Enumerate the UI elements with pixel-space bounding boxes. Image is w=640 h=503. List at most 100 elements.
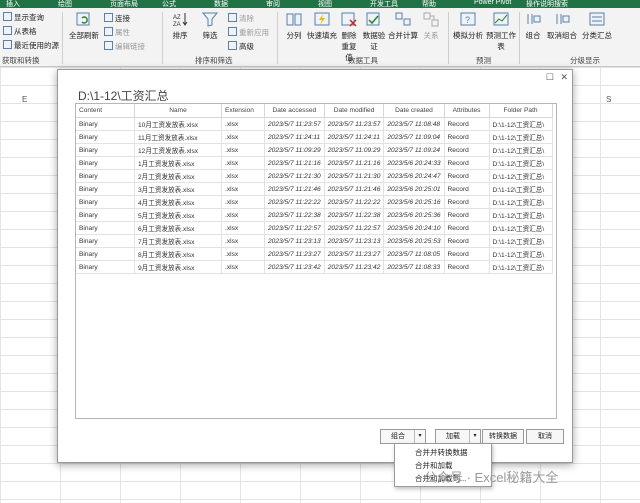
refresh-all-button[interactable]: 全部刷新 — [66, 12, 102, 41]
table-row[interactable]: Binary 4月工资发放表.xlsx .xlsx 2023/5/7 11:22:22… — [76, 195, 553, 209]
table-cell[interactable]: 2023/5/7 11:23:57 — [324, 117, 385, 131]
table-cell[interactable]: 7月工资发放表.xlsx — [134, 234, 222, 248]
table-cell[interactable]: Binary — [76, 260, 135, 274]
subtotal-button[interactable]: 分类汇总 — [580, 12, 614, 41]
table-cell[interactable]: .xlsx — [221, 247, 265, 261]
table-row[interactable]: Binary 7月工资发放表.xlsx .xlsx 2023/5/7 11:23:13… — [76, 234, 553, 248]
filter-button[interactable]: 筛选 — [198, 12, 222, 41]
table-cell[interactable]: 2023/5/7 11:22:22 — [264, 195, 325, 209]
table-cell[interactable]: 2023/5/7 11:08:05 — [383, 247, 445, 261]
table-cell[interactable]: 2023/5/6 20:25:16 — [383, 195, 445, 209]
table-cell[interactable]: 2023/5/7 11:09:24 — [383, 143, 445, 157]
table-cell[interactable]: 2023/5/6 20:24:47 — [383, 169, 445, 183]
from-table-button[interactable]: 从表格 — [3, 26, 37, 37]
table-cell[interactable]: Binary — [76, 234, 135, 248]
table-row[interactable]: Binary 10月工资发放表.xlsx .xlsx 2023/5/7 11:23:5… — [76, 117, 553, 131]
table-cell[interactable]: 5月工资发放表.xlsx — [134, 208, 222, 222]
table-row[interactable]: Binary 1月工资发放表.xlsx .xlsx 2023/5/7 11:21:16… — [76, 156, 553, 170]
table-cell[interactable]: Binary — [76, 156, 135, 170]
table-cell[interactable]: 2023/5/7 11:09:29 — [324, 143, 385, 157]
ribbon-tab[interactable]: Power Pivot — [474, 0, 511, 6]
table-cell[interactable]: .xlsx — [221, 234, 265, 248]
table-cell[interactable]: 4月工资发放表.xlsx — [134, 195, 222, 209]
load-button[interactable]: 加载 ▾ — [435, 429, 481, 444]
table-cell[interactable]: Record — [444, 130, 490, 144]
table-row[interactable]: Binary 6月工资发放表.xlsx .xlsx 2023/5/7 11:22:57… — [76, 221, 553, 235]
table-row[interactable]: Binary 5月工资发放表.xlsx .xlsx 2023/5/7 11:22:38… — [76, 208, 553, 222]
table-cell[interactable]: 2023/5/7 11:08:33 — [383, 260, 445, 274]
table-cell[interactable]: Record — [444, 169, 490, 183]
table-cell[interactable]: 2023/5/6 20:25:36 — [383, 208, 445, 222]
table-cell[interactable]: D:\1-12\工资汇总\ — [489, 130, 553, 144]
table-cell[interactable]: 1月工资发放表.xlsx — [134, 156, 222, 170]
forecast-sheet-button[interactable]: 预测工作表 — [486, 12, 516, 52]
chevron-down-icon[interactable]: ▾ — [469, 430, 480, 443]
table-cell[interactable]: 2023/5/7 11:22:57 — [264, 221, 325, 235]
menu-item-combine-transform[interactable]: 合并并转换数据 — [415, 447, 468, 458]
table-cell[interactable]: D:\1-12\工资汇总\ — [489, 169, 553, 183]
table-cell[interactable]: .xlsx — [221, 221, 265, 235]
table-row[interactable]: Binary 3月工资发放表.xlsx .xlsx 2023/5/7 11:21:46… — [76, 182, 553, 196]
table-cell[interactable]: 12月工资发放表.xlsx — [134, 143, 222, 157]
combine-button[interactable]: 组合 ▾ — [380, 429, 426, 444]
table-cell[interactable]: 2023/5/7 11:23:27 — [264, 247, 325, 261]
ungroup-button[interactable]: 取消组合 — [545, 12, 579, 41]
text-to-columns-button[interactable]: 分列 — [283, 12, 305, 41]
table-cell[interactable]: 2023/5/7 11:21:16 — [264, 156, 325, 170]
table-cell[interactable]: 2023/5/7 11:24:11 — [264, 130, 325, 144]
table-cell[interactable]: 3月工资发放表.xlsx — [134, 182, 222, 196]
table-cell[interactable]: .xlsx — [221, 260, 265, 274]
connections-button[interactable]: 连接 — [104, 13, 130, 24]
table-cell[interactable]: Record — [444, 182, 490, 196]
relationships-button[interactable]: 关系 — [420, 12, 442, 41]
sort-button[interactable]: AZ ZA 排序 — [168, 12, 192, 41]
table-cell[interactable]: Record — [444, 143, 490, 157]
table-row[interactable]: Binary 9月工资发放表.xlsx .xlsx 2023/5/7 11:23:42… — [76, 260, 553, 274]
table-cell[interactable]: .xlsx — [221, 117, 265, 131]
properties-button[interactable]: 属性 — [104, 27, 130, 38]
table-cell[interactable]: Record — [444, 208, 490, 222]
table-cell[interactable]: D:\1-12\工资汇总\ — [489, 195, 553, 209]
table-cell[interactable]: 2023/5/7 11:21:46 — [324, 182, 385, 196]
cancel-button[interactable]: 取消 — [526, 429, 564, 444]
table-cell[interactable]: 2023/5/7 11:08:48 — [383, 117, 445, 131]
show-queries-button[interactable]: 显示查询 — [3, 12, 44, 23]
table-cell[interactable]: 8月工资发放表.xlsx — [134, 247, 222, 261]
table-cell[interactable]: 2023/5/7 11:22:22 — [324, 195, 385, 209]
table-cell[interactable]: 2023/5/7 11:23:57 — [264, 117, 325, 131]
table-cell[interactable]: Record — [444, 247, 490, 261]
column-header-e[interactable]: E — [22, 95, 27, 104]
table-cell[interactable]: 2023/5/7 11:23:42 — [264, 260, 325, 274]
table-cell[interactable]: Record — [444, 260, 490, 274]
table-cell[interactable]: 2023/5/7 11:23:13 — [324, 234, 385, 248]
table-cell[interactable]: Record — [444, 195, 490, 209]
table-cell[interactable]: .xlsx — [221, 169, 265, 183]
table-cell[interactable]: .xlsx — [221, 195, 265, 209]
table-cell[interactable]: D:\1-12\工资汇总\ — [489, 156, 553, 170]
table-cell[interactable]: 2023/5/7 11:21:16 — [324, 156, 385, 170]
table-cell[interactable]: 11月工资发放表.xlsx — [134, 130, 222, 144]
chevron-down-icon[interactable]: ▾ — [414, 430, 425, 443]
table-cell[interactable]: 2023/5/7 11:09:29 — [264, 143, 325, 157]
table-cell[interactable]: Binary — [76, 143, 135, 157]
table-cell[interactable]: 2023/5/7 11:21:30 — [264, 169, 325, 183]
table-cell[interactable]: D:\1-12\工资汇总\ — [489, 143, 553, 157]
table-cell[interactable]: D:\1-12\工资汇总\ — [489, 182, 553, 196]
recent-sources-button[interactable]: 最近使用的源 — [3, 40, 59, 51]
table-cell[interactable]: 2023/5/6 20:25:01 — [383, 182, 445, 196]
table-cell[interactable]: D:\1-12\工资汇总\ — [489, 234, 553, 248]
table-cell[interactable]: .xlsx — [221, 156, 265, 170]
data-validation-button[interactable]: 数据验证 — [362, 12, 386, 52]
table-row[interactable]: Binary 12月工资发放表.xlsx .xlsx 2023/5/7 11:09:2… — [76, 143, 553, 157]
maximize-icon[interactable]: ☐ — [546, 72, 554, 83]
table-cell[interactable]: Binary — [76, 117, 135, 131]
table-cell[interactable]: Record — [444, 221, 490, 235]
table-cell[interactable]: 2023/5/7 11:24:11 — [324, 130, 385, 144]
table-cell[interactable]: D:\1-12\工资汇总\ — [489, 247, 553, 261]
flash-fill-button[interactable]: 快速填充 — [307, 12, 337, 41]
advanced-filter-button[interactable]: 高级 — [228, 41, 254, 52]
table-cell[interactable]: Binary — [76, 182, 135, 196]
table-cell[interactable]: 2023/5/7 11:21:30 — [324, 169, 385, 183]
column-header-s[interactable]: S — [606, 95, 611, 104]
table-cell[interactable]: Binary — [76, 130, 135, 144]
